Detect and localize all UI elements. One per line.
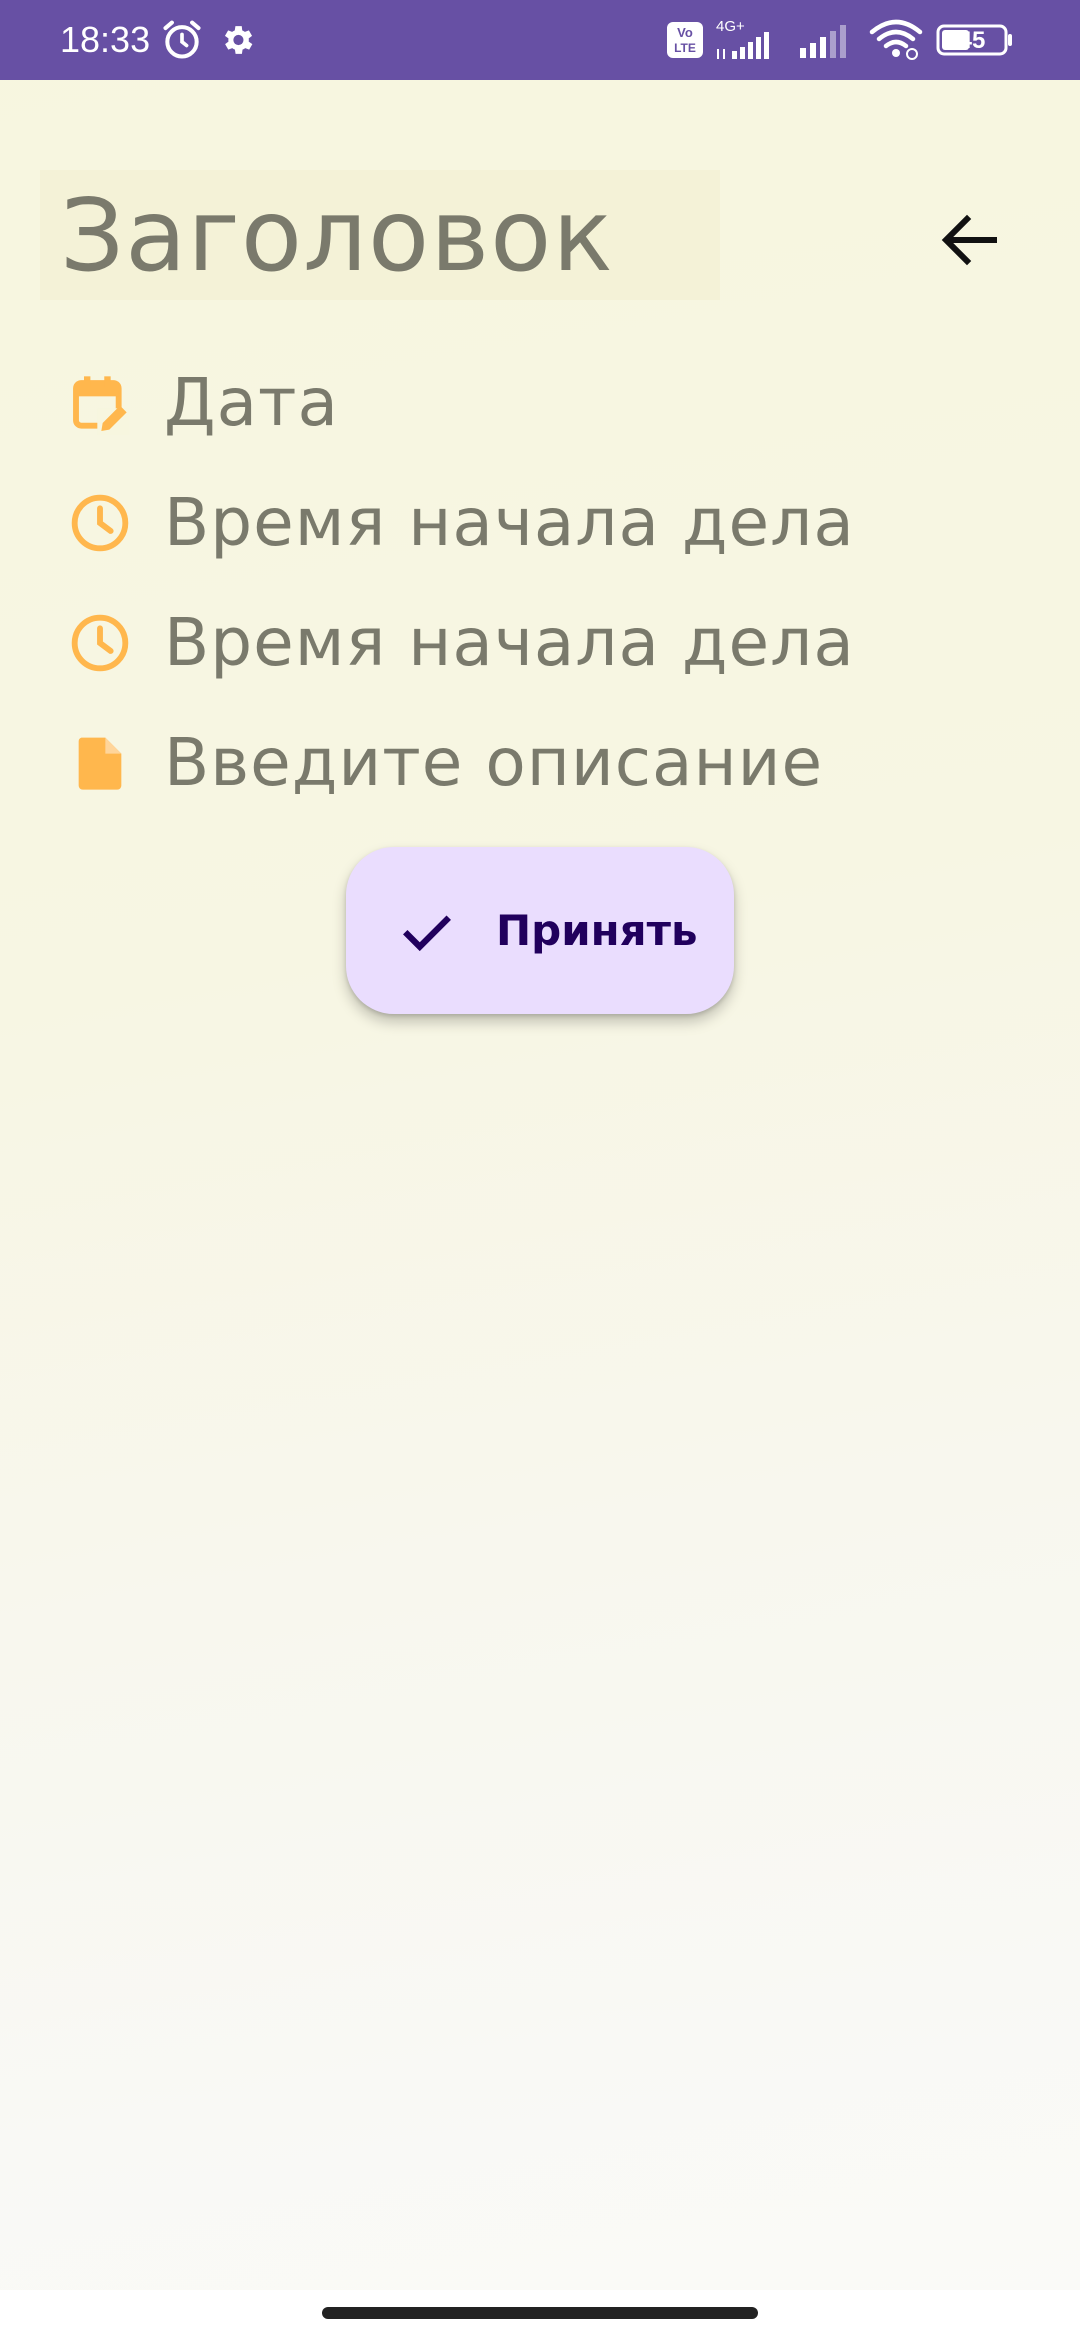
date-label: Дата: [164, 364, 339, 441]
volte-bottom-text: LTE: [674, 41, 696, 55]
accept-button[interactable]: Принять: [346, 847, 734, 1014]
status-bar: 18:33 Vo LTE 4G+ 45: [0, 0, 1080, 80]
signal-icon: [798, 0, 852, 80]
clock-icon: [60, 603, 140, 683]
description-placeholder: Введите описание: [164, 724, 824, 801]
settings-icon: [218, 0, 256, 80]
check-icon: [398, 902, 456, 960]
wifi-icon: [868, 0, 924, 80]
status-time: 18:33: [60, 19, 151, 60]
battery-level: 45: [959, 27, 986, 54]
end-time-field[interactable]: Время начала дела: [60, 588, 1020, 698]
document-icon: [60, 723, 140, 803]
alarm-icon: [160, 0, 204, 80]
arrow-back-icon: [934, 204, 1006, 276]
calendar-edit-icon: [60, 363, 140, 443]
volte-icon: Vo LTE: [666, 0, 704, 80]
accept-label: Принять: [496, 906, 698, 955]
signal-4g-icon: 4G+: [714, 0, 786, 80]
battery-icon: 45: [936, 0, 1014, 80]
home-indicator[interactable]: [322, 2307, 758, 2319]
clock-icon: [60, 483, 140, 563]
network-type-text: 4G+: [716, 18, 745, 35]
date-field[interactable]: Дата: [60, 348, 1020, 458]
start-time-field[interactable]: Время начала дела: [60, 468, 1020, 578]
volte-top-text: Vo: [677, 25, 693, 40]
end-time-label: Время начала дела: [164, 604, 855, 681]
start-time-label: Время начала дела: [164, 484, 855, 561]
description-field[interactable]: Введите описание: [60, 708, 1020, 818]
back-button[interactable]: [920, 190, 1020, 290]
title-placeholder: Заголовок: [60, 177, 614, 294]
